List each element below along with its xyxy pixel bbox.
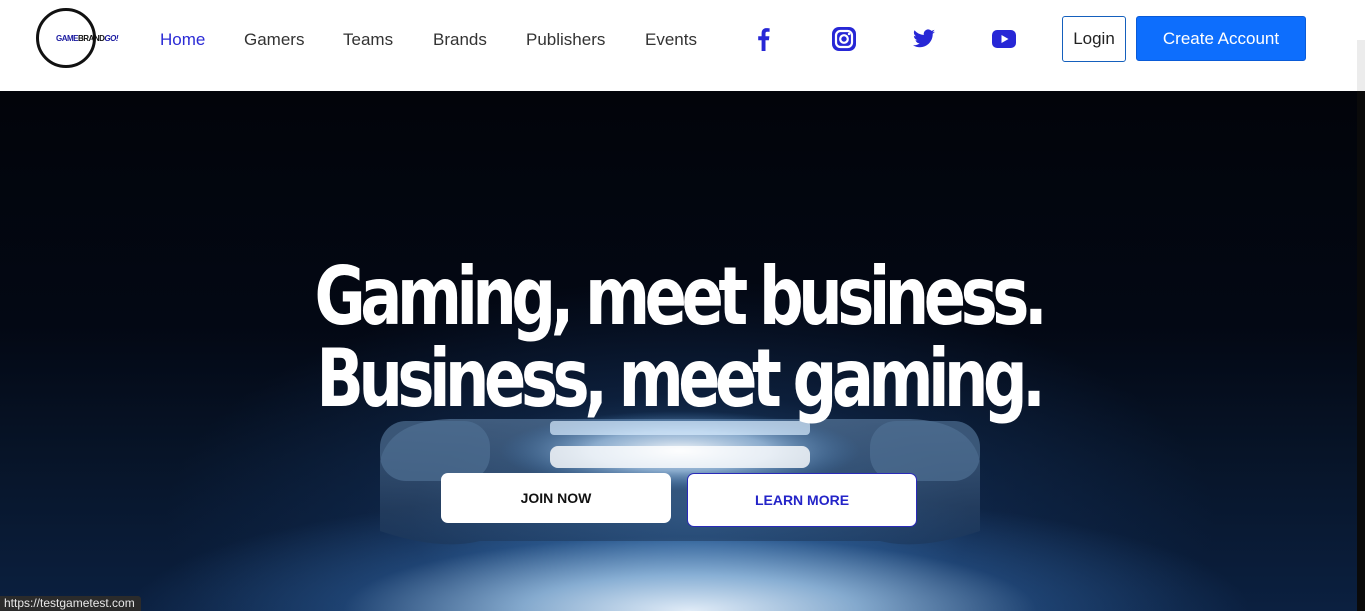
logo-text-go: GO!: [104, 34, 118, 43]
create-account-button[interactable]: Create Account: [1136, 16, 1306, 61]
hero-headline-line2: Business, meet gaming.: [316, 332, 1046, 425]
logo-text-brand: BRAND: [78, 34, 105, 43]
youtube-icon[interactable]: [991, 26, 1017, 52]
instagram-icon[interactable]: [831, 26, 857, 52]
scrollbar[interactable]: [1357, 0, 1365, 91]
scrollbar-thumb[interactable]: [1357, 40, 1365, 91]
status-bar-url: https://testgametest.com: [0, 596, 141, 611]
nav-brands[interactable]: Brands: [433, 30, 487, 50]
nav-home[interactable]: Home: [160, 30, 205, 50]
logo-text: GAMEBRANDGO!: [56, 34, 118, 43]
logo-text-game: GAME: [56, 34, 79, 43]
nav-gamers[interactable]: Gamers: [244, 30, 304, 50]
site-header: GAMEBRANDGO! Home Gamers Teams Brands Pu…: [0, 0, 1357, 91]
hero-section: Gaming, meet business. Business, meet ga…: [0, 91, 1357, 611]
twitter-icon[interactable]: [911, 26, 937, 52]
hero-headline-line1: Gaming, meet business.: [314, 250, 1048, 343]
scrollbar-track: [1357, 91, 1365, 611]
nav-publishers[interactable]: Publishers: [526, 30, 605, 50]
join-now-button[interactable]: JOIN NOW: [441, 473, 671, 523]
learn-more-button[interactable]: LEARN MORE: [687, 473, 917, 527]
facebook-icon[interactable]: [751, 26, 777, 52]
nav-events[interactable]: Events: [645, 30, 697, 50]
nav-teams[interactable]: Teams: [343, 30, 393, 50]
login-button[interactable]: Login: [1062, 16, 1126, 62]
